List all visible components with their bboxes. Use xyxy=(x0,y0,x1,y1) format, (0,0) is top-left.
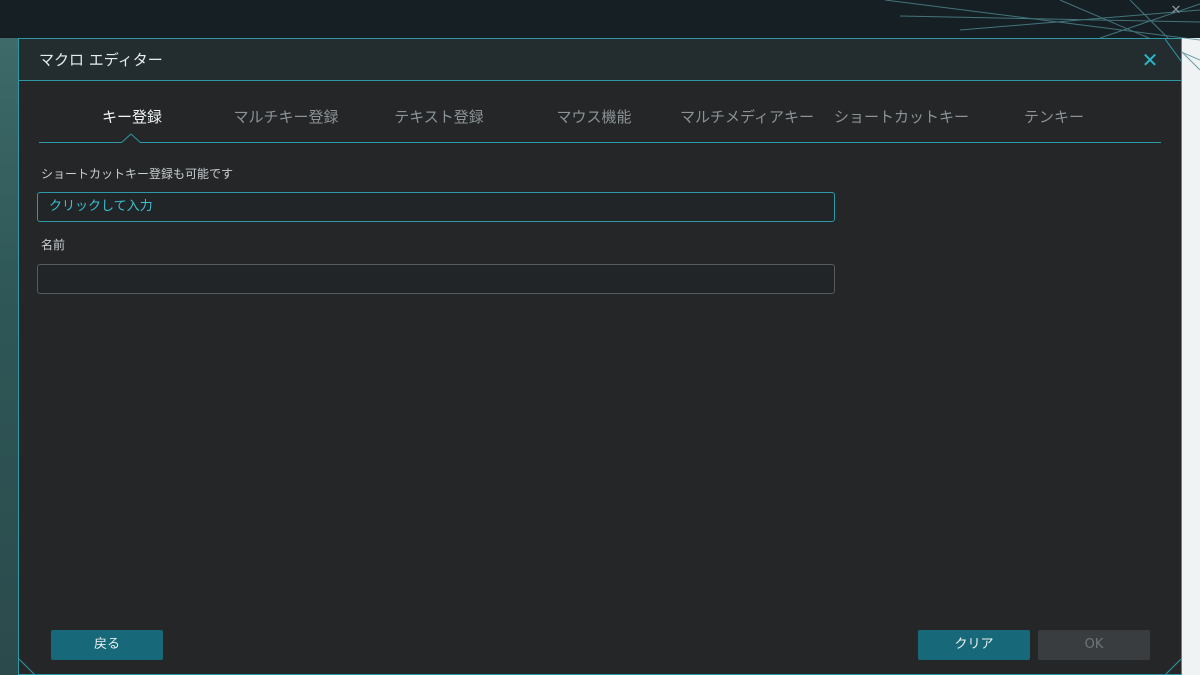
dialog-titlebar: マクロ エディター ✕ xyxy=(19,39,1181,81)
ok-button[interactable]: OK xyxy=(1038,630,1150,660)
tab-shortcut-key[interactable]: ショートカットキー xyxy=(819,105,984,129)
corner-decoration-bottom-left xyxy=(19,659,35,675)
name-label: 名前 xyxy=(41,238,66,252)
active-tab-indicator xyxy=(121,133,141,143)
tab-multikey-register[interactable]: マルチキー登録 xyxy=(211,105,361,129)
macro-editor-dialog: マクロ エディター ✕ キー登録 マルチキー登録 テキスト登録 マウス機能 マル… xyxy=(18,38,1182,675)
back-button[interactable]: 戻る xyxy=(51,630,163,660)
tab-bar: キー登録 マルチキー登録 テキスト登録 マウス機能 マルチメディアキー ショート… xyxy=(39,99,1161,143)
background-close-icon[interactable]: ✕ xyxy=(1168,3,1184,19)
tab-text-register[interactable]: テキスト登録 xyxy=(374,105,504,129)
tab-key-register[interactable]: キー登録 xyxy=(77,105,187,129)
name-input[interactable] xyxy=(37,264,835,294)
clear-button[interactable]: クリア xyxy=(918,630,1030,660)
key-hint-label: ショートカットキー登録も可能です xyxy=(41,167,234,181)
corner-decoration-bottom-right xyxy=(1165,659,1181,675)
close-icon[interactable]: ✕ xyxy=(1139,49,1161,71)
tab-numpad[interactable]: テンキー xyxy=(1009,105,1099,129)
key-capture-input[interactable]: クリックして入力 xyxy=(37,192,835,222)
tab-mouse-function[interactable]: マウス機能 xyxy=(539,105,649,129)
dialog-title: マクロ エディター xyxy=(39,51,163,69)
corner-decoration-top-right xyxy=(1165,39,1181,62)
tab-multimedia-key[interactable]: マルチメディアキー xyxy=(667,105,827,129)
